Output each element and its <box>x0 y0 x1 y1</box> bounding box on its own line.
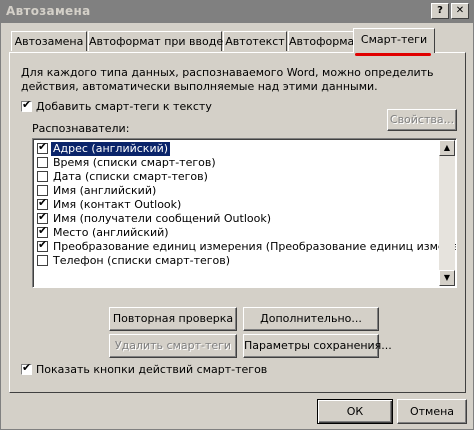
recognizer-checkbox[interactable]: ✔ <box>37 196 48 210</box>
show-action-buttons-checkbox[interactable]: ✔ <box>21 361 32 375</box>
recognizer-label: Имя (контакт Outlook) <box>53 198 182 211</box>
scroll-up-icon[interactable]: ▲ <box>439 140 455 156</box>
list-item[interactable]: ✔ Адрес (английский) <box>37 140 440 156</box>
show-action-buttons-label[interactable]: Показать кнопки действий смарт-тегов <box>36 363 267 376</box>
list-item[interactable]: ✔ Место (английский) <box>37 224 440 240</box>
recognizer-label: Дата (списки смарт-тегов) <box>53 170 208 183</box>
checkmark-icon: ✔ <box>38 238 48 251</box>
recognizer-label: Время (списки смарт-тегов) <box>53 156 216 169</box>
close-button[interactable]: ✕ <box>451 3 469 19</box>
checkmark-icon: ✔ <box>38 196 48 209</box>
more-button[interactable]: Дополнительно... <box>243 307 379 331</box>
cancel-button[interactable]: Отмена <box>397 399 467 424</box>
properties-button[interactable]: Свойства... <box>387 109 457 131</box>
ok-button[interactable]: ОК <box>317 399 393 424</box>
list-item[interactable]: Время (списки смарт-тегов) <box>37 156 440 170</box>
tab-smart-tags[interactable]: Смарт-теги <box>353 28 435 53</box>
recognizer-checkbox[interactable]: ✔ <box>37 140 48 154</box>
list-scrollbar[interactable]: ▲ ▼ <box>439 140 455 286</box>
recognizer-label: Имя (получатели сообщений Outlook) <box>53 212 272 225</box>
list-item[interactable]: ✔ Преобразование единиц измерения (Преоб… <box>37 238 456 254</box>
description-text: Для каждого типа данных, распознаваемого… <box>21 66 434 93</box>
recognizers-label: Распознаватели: <box>32 122 130 135</box>
window-title: Автозамена <box>6 4 91 18</box>
recognizer-label: Адрес (английский) <box>51 142 171 156</box>
recognizer-checkbox[interactable] <box>37 171 48 182</box>
recognizers-list[interactable]: ✔ Адрес (английский) Время (списки смарт… <box>32 138 457 288</box>
recognizer-checkbox[interactable]: ✔ <box>37 210 48 224</box>
annotation-underline <box>355 53 431 56</box>
recognizer-label: Место (английский) <box>53 226 169 239</box>
checkmark-icon: ✔ <box>38 140 48 153</box>
tab-autotext[interactable]: Автотекст <box>223 31 287 51</box>
autocorrect-dialog: Автозамена ? ✕ Автозамена Автоформат при… <box>0 0 474 430</box>
tab-autocorrect[interactable]: Автозамена <box>11 31 87 51</box>
recognizer-label: Телефон (списки смарт-тегов) <box>53 254 231 267</box>
tab-autoformat[interactable]: Автоформат <box>288 31 361 51</box>
list-item[interactable]: Имя (английский) <box>37 184 440 198</box>
list-item[interactable]: ✔ Имя (получатели сообщений Outlook) <box>37 210 440 226</box>
recognizer-checkbox[interactable]: ✔ <box>37 238 48 252</box>
recognizer-checkbox[interactable] <box>37 255 48 266</box>
recognizer-checkbox[interactable] <box>37 157 48 168</box>
checkmark-icon: ✔ <box>22 98 32 111</box>
add-smart-tags-checkbox[interactable]: ✔ <box>21 98 32 112</box>
save-options-button[interactable]: Параметры сохранения... <box>243 334 392 358</box>
add-smart-tags-label[interactable]: Добавить смарт-теги к тексту <box>36 100 212 113</box>
recognizer-checkbox[interactable] <box>37 185 48 196</box>
list-item[interactable]: ✔ Имя (контакт Outlook) <box>37 196 440 212</box>
scroll-down-icon[interactable]: ▼ <box>439 270 455 286</box>
help-button[interactable]: ? <box>431 3 449 19</box>
recognizer-label: Преобразование единиц измерения (Преобра… <box>53 240 457 253</box>
checkmark-icon: ✔ <box>22 361 32 374</box>
list-item[interactable]: Телефон (списки смарт-тегов) <box>37 254 440 268</box>
recognizer-label: Имя (английский) <box>53 184 157 197</box>
list-item[interactable]: Дата (списки смарт-тегов) <box>37 170 440 184</box>
recognizer-checkbox[interactable]: ✔ <box>37 224 48 238</box>
tab-autoformat-as-you-type[interactable]: Автоформат при вводе <box>88 31 223 51</box>
checkmark-icon: ✔ <box>38 224 48 237</box>
title-bar: Автозамена ? ✕ <box>1 1 473 23</box>
recheck-button[interactable]: Повторная проверка <box>109 307 237 331</box>
remove-smart-tags-button[interactable]: Удалить смарт-теги <box>109 334 237 358</box>
checkmark-icon: ✔ <box>38 210 48 223</box>
